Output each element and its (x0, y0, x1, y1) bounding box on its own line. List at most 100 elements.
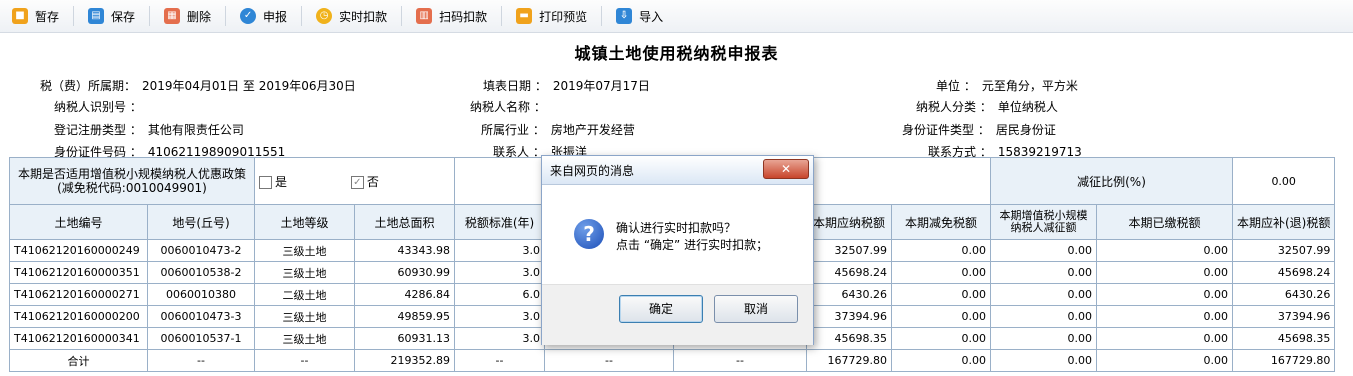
col-header: 土地编号 (9, 204, 148, 240)
area-cell: 43343.98 (354, 239, 455, 262)
policy-options: 是 ✓ 否 (254, 157, 455, 205)
col-header: 本期增值税小规模纳税人减征额 (990, 204, 1097, 240)
total-cell: -- (454, 349, 545, 372)
dialog-close-button[interactable]: ✕ (763, 159, 809, 179)
rate-cell: 3.0 (454, 305, 545, 328)
clock-icon: ◷ (316, 8, 333, 24)
print-icon: ▬ (516, 8, 533, 24)
confirm-dialog: 来自网页的消息 ✕ ? 确认进行实时扣款吗？ 点击 “确定” 进行实时扣款； 确… (541, 155, 814, 345)
industry-field: 所属行业 ： 房地产开发经营 (481, 121, 635, 138)
scan-deduct-label: 扫码扣款 (439, 9, 488, 24)
col-header: 本期减免税额 (891, 204, 991, 240)
vat-reduction-cell: 0.00 (990, 239, 1097, 262)
reg-type-label: 登记注册类型 ： (54, 123, 142, 137)
save-button[interactable]: ▤ 保存 (88, 5, 135, 27)
plot-no-cell: 0060010538-2 (147, 261, 255, 284)
unit-label: 单位 ： (936, 79, 976, 93)
no-option[interactable]: ✓ 否 (350, 174, 379, 189)
dialog-footer: 确定 取消 (542, 284, 813, 345)
toolbar-divider (401, 6, 403, 26)
taxpayer-id-label: 纳税人识别号 ： (54, 100, 142, 114)
land-no-cell: T41062120160000200 (9, 305, 148, 328)
ratio-value[interactable]: 0.00 (1231, 157, 1336, 205)
vat-reduction-cell: 0.00 (990, 305, 1097, 328)
delete-button[interactable]: ▦ 删除 (164, 5, 211, 27)
plot-no-cell: 0060010537-1 (147, 327, 255, 350)
reg-type-value: 其他有限责任公司 (147, 123, 244, 137)
taxpayer-name-label: 纳税人名称 ： (470, 100, 546, 114)
rate-cell: 3.0 (454, 327, 545, 350)
reduction-cell[interactable]: 0.00 (891, 327, 991, 350)
save-icon: ▤ (88, 8, 105, 24)
paid-cell: 0.00 (1096, 261, 1233, 284)
grade-cell: 三级土地 (254, 305, 355, 328)
total-cell: -- (673, 349, 807, 372)
print-preview-button[interactable]: ▬ 打印预览 (516, 5, 587, 27)
taxpayer-id-field: 纳税人识别号 ： (54, 98, 148, 115)
reduction-cell[interactable]: 0.00 (891, 305, 991, 328)
paid-cell: 0.00 (1096, 327, 1233, 350)
temp-save-button[interactable]: ■ 暂存 (12, 5, 59, 27)
refund-cell: 37394.96 (1231, 305, 1336, 328)
total-vat-reduction: 0.00 (990, 349, 1097, 372)
scan-deduct-button[interactable]: ▥ 扫码扣款 (416, 5, 487, 27)
yes-checkbox[interactable] (259, 175, 272, 189)
import-button[interactable]: ⇩ 导入 (616, 5, 663, 27)
land-no-cell: T41062120160000351 (9, 261, 148, 284)
no-label: 否 (366, 174, 379, 189)
payable-cell: 37394.96 (806, 305, 892, 328)
ok-button[interactable]: 确定 (619, 295, 703, 323)
taxpayer-type-field: 纳税人分类 ： 单位纳税人 (916, 98, 1058, 115)
taxpayer-type-label: 纳税人分类 ： (916, 100, 992, 114)
yes-label: 是 (275, 174, 288, 189)
grade-cell: 三级土地 (254, 327, 355, 350)
grade-cell: 三级土地 (254, 261, 355, 284)
reduction-cell[interactable]: 0.00 (891, 261, 991, 284)
total-refund: 167729.80 (1231, 349, 1336, 372)
realtime-deduct-button[interactable]: ◷ 实时扣款 (316, 5, 387, 27)
realtime-deduct-label: 实时扣款 (339, 9, 388, 24)
declare-button[interactable]: ✓ 申报 (240, 5, 287, 27)
dialog-title: 来自网页的消息 (550, 163, 635, 178)
area-cell: 4286.84 (354, 283, 455, 306)
reduction-cell[interactable]: 0.00 (891, 283, 991, 306)
declare-label: 申报 (263, 9, 288, 24)
dialog-message-line1: 确认进行实时扣款吗？ (616, 221, 737, 235)
question-icon: ? (574, 219, 604, 249)
toolbar-divider (149, 6, 151, 26)
toolbar-divider (225, 6, 227, 26)
col-header: 土地总面积 (354, 204, 455, 240)
total-area: 219352.89 (354, 349, 455, 372)
period-field: 税（费）所属期： 2019年04月01日 至 2019年06月30日 (40, 77, 356, 94)
total-cell: -- (544, 349, 674, 372)
paid-cell: 0.00 (1096, 283, 1233, 306)
total-reduction: 0.00 (891, 349, 991, 372)
paid-cell: 0.00 (1096, 305, 1233, 328)
payable-cell: 32507.99 (806, 239, 892, 262)
total-label: 合计 (9, 349, 148, 372)
id-type-value: 居民身份证 (995, 123, 1056, 137)
col-header: 本期应纳税额 (806, 204, 892, 240)
no-checkbox[interactable]: ✓ (350, 175, 364, 189)
scan-icon: ▥ (416, 8, 433, 24)
yes-option[interactable]: 是 (259, 175, 287, 189)
fill-date-value: 2019年07月17日 (552, 79, 650, 93)
dialog-body: ? 确认进行实时扣款吗？ 点击 “确定” 进行实时扣款； (542, 186, 813, 284)
industry-value: 房地产开发经营 (550, 123, 635, 137)
col-header: 本期已缴税额 (1096, 204, 1233, 240)
temp-save-icon: ■ (12, 8, 28, 24)
toolbar-divider (73, 6, 75, 26)
page-title: 城镇土地使用税纳税申报表 (574, 44, 779, 63)
area-cell: 60930.99 (354, 261, 455, 284)
cancel-button[interactable]: 取消 (714, 295, 798, 323)
ratio-label: 减征比例(%) (990, 157, 1233, 205)
total-cell: -- (254, 349, 355, 372)
reg-type-field: 登记注册类型 ： 其他有限责任公司 (54, 121, 244, 138)
toolbar-divider (501, 6, 503, 26)
fill-date-field: 填表日期 ： 2019年07月17日 (483, 77, 650, 94)
save-label: 保存 (111, 9, 136, 24)
toolbar: ■ 暂存 ▤ 保存 ▦ 删除 ✓ 申报 ◷ 实时扣款 ▥ 扫码扣款 ▬ 打印预览… (0, 0, 1353, 33)
delete-icon: ▦ (164, 8, 181, 24)
reduction-cell[interactable]: 0.00 (891, 239, 991, 262)
period-label: 税（费）所属期： (40, 79, 137, 93)
